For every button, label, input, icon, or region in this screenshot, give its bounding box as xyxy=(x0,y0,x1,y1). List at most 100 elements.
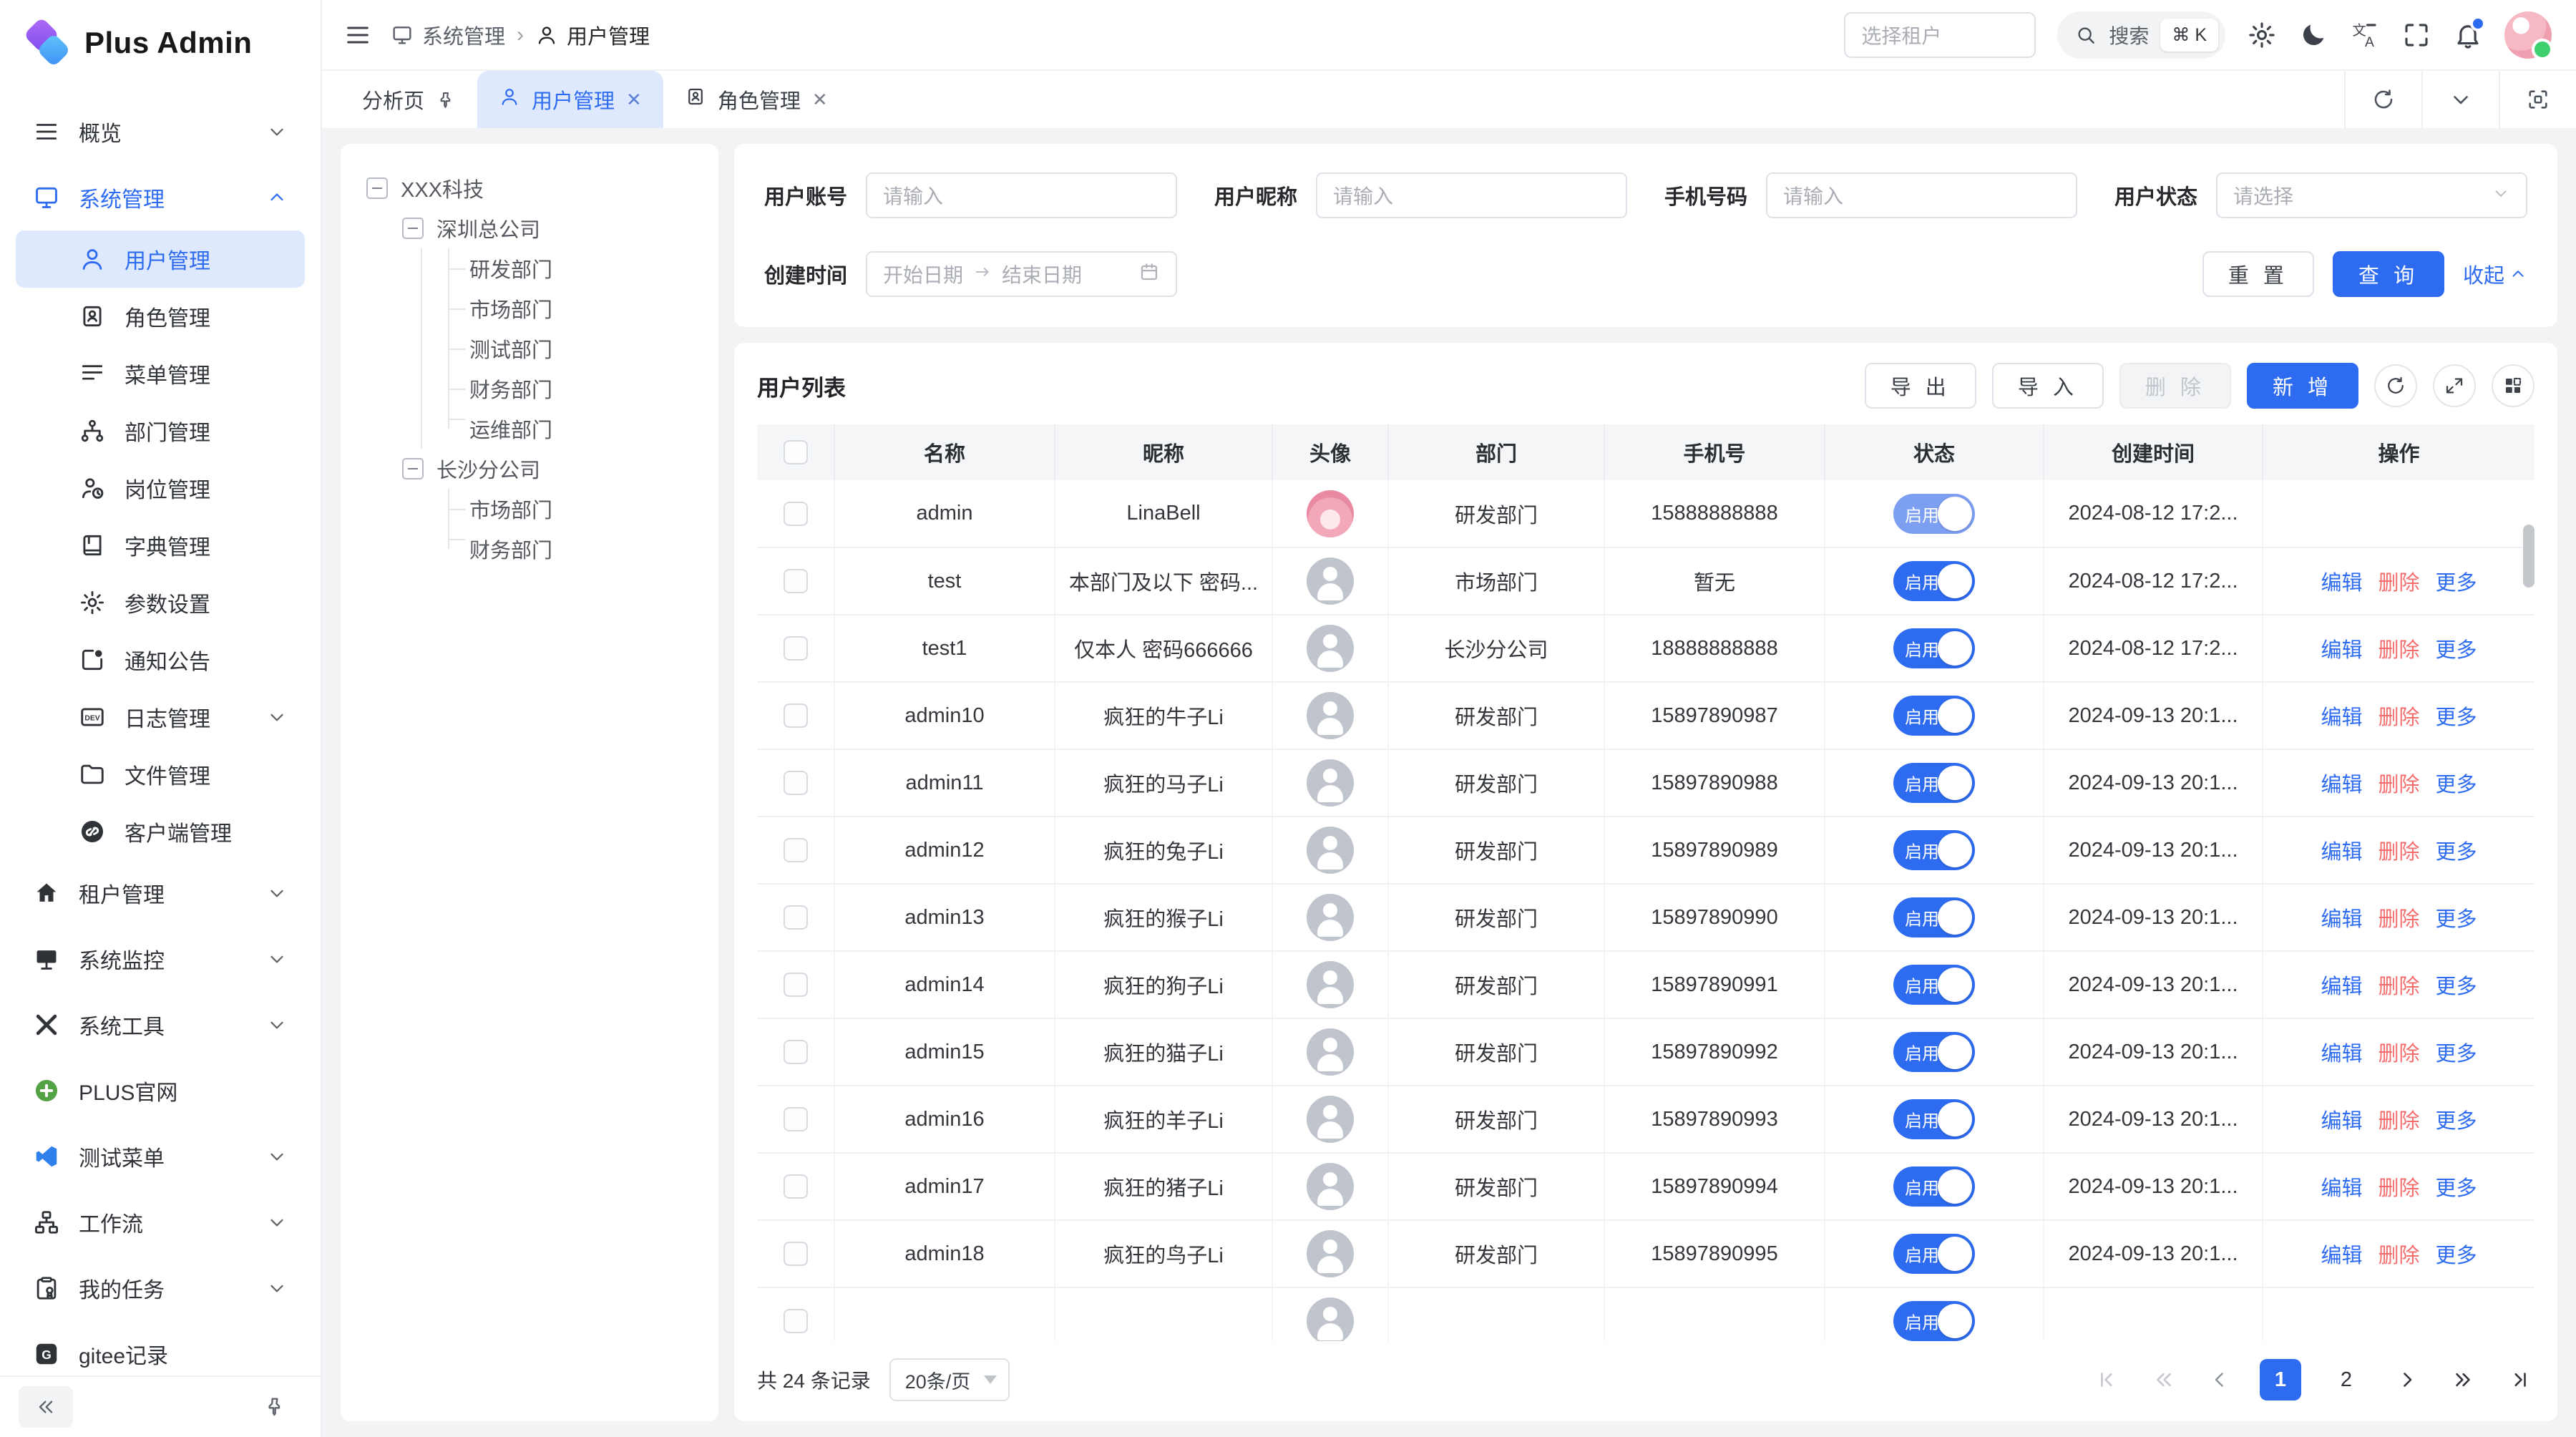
reset-button[interactable]: 重 置 xyxy=(2202,251,2314,297)
select-all-checkbox[interactable] xyxy=(784,440,808,464)
delete-link[interactable]: 删除 xyxy=(2378,1177,2419,1200)
close-icon[interactable]: ✕ xyxy=(626,89,642,111)
more-link[interactable]: 更多 xyxy=(2436,908,2477,931)
sidebar-item-14[interactable]: 系统监控 xyxy=(16,926,305,992)
more-link[interactable]: 更多 xyxy=(2436,572,2477,595)
sidebar-item-16[interactable]: PLUS官网 xyxy=(16,1058,305,1124)
more-link[interactable]: 更多 xyxy=(2436,1110,2477,1133)
sidebar-item-13[interactable]: 租户管理 xyxy=(16,860,305,926)
delete-link[interactable]: 删除 xyxy=(2378,1043,2419,1066)
sidebar-item-20[interactable]: Ggitee记录 xyxy=(16,1321,305,1375)
row-checkbox[interactable] xyxy=(784,636,808,661)
edit-link[interactable]: 编辑 xyxy=(2321,908,2362,931)
sidebar-item-9[interactable]: 通知公告 xyxy=(16,631,305,688)
edit-link[interactable]: 编辑 xyxy=(2321,774,2362,797)
sidebar-item-5[interactable]: 部门管理 xyxy=(16,402,305,459)
status-toggle[interactable]: 启用 xyxy=(1893,897,1975,937)
table-refresh-button[interactable] xyxy=(2374,364,2417,407)
settings-icon[interactable] xyxy=(2247,20,2277,50)
more-link[interactable]: 更多 xyxy=(2436,774,2477,797)
import-button[interactable]: 导 入 xyxy=(1992,363,2104,409)
language-icon[interactable]: 文A xyxy=(2350,20,2380,50)
more-link[interactable]: 更多 xyxy=(2436,639,2477,662)
tree-collapse-icon[interactable] xyxy=(366,177,388,199)
dark-mode-icon[interactable] xyxy=(2298,20,2328,50)
tab-menu-button[interactable] xyxy=(2421,71,2499,128)
row-checkbox[interactable] xyxy=(784,905,808,930)
row-checkbox[interactable] xyxy=(784,1242,808,1266)
add-button[interactable]: 新 增 xyxy=(2247,363,2358,409)
sidebar-item-18[interactable]: 工作流 xyxy=(16,1189,305,1255)
last-page-button[interactable] xyxy=(2503,1364,2534,1395)
sidebar-item-8[interactable]: 参数设置 xyxy=(16,574,305,631)
tree-node-测试部门[interactable]: 测试部门 xyxy=(361,328,698,369)
delete-link[interactable]: 删除 xyxy=(2378,975,2419,998)
query-button[interactable]: 查 询 xyxy=(2333,251,2444,297)
more-link[interactable]: 更多 xyxy=(2436,975,2477,998)
tree-node-市场部门[interactable]: 市场部门 xyxy=(361,489,698,529)
status-toggle[interactable]: 启用 xyxy=(1893,1234,1975,1274)
tree-node-财务部门[interactable]: 财务部门 xyxy=(361,529,698,569)
more-link[interactable]: 更多 xyxy=(2436,706,2477,729)
delete-link[interactable]: 删除 xyxy=(2378,774,2419,797)
status-select[interactable]: 请选择 xyxy=(2216,172,2527,218)
close-icon[interactable]: ✕ xyxy=(812,89,828,111)
breadcrumb-item-system[interactable]: 系统管理 xyxy=(391,20,505,50)
delete-link[interactable]: 删除 xyxy=(2378,639,2419,662)
sidebar-collapse-button[interactable] xyxy=(19,1386,73,1428)
delete-link[interactable]: 删除 xyxy=(2378,1110,2419,1133)
sidebar-item-3[interactable]: 角色管理 xyxy=(16,288,305,345)
edit-link[interactable]: 编辑 xyxy=(2321,1043,2362,1066)
status-toggle[interactable]: 启用 xyxy=(1893,561,1975,601)
edit-link[interactable]: 编辑 xyxy=(2321,1177,2362,1200)
back-pages-button[interactable] xyxy=(2148,1364,2180,1395)
row-checkbox[interactable] xyxy=(784,1107,808,1131)
sidebar-item-19[interactable]: 我的任务 xyxy=(16,1255,305,1321)
column-settings-button[interactable] xyxy=(2492,364,2534,407)
sidebar-item-0[interactable]: 概览 xyxy=(16,99,305,165)
tree-node-研发部门[interactable]: 研发部门 xyxy=(361,248,698,288)
fullscreen-icon[interactable] xyxy=(2401,20,2431,50)
sidebar-item-7[interactable]: 字典管理 xyxy=(16,517,305,574)
status-toggle[interactable]: 启用 xyxy=(1893,494,1975,534)
sidebar-item-15[interactable]: 系统工具 xyxy=(16,992,305,1058)
sidebar-item-11[interactable]: 文件管理 xyxy=(16,746,305,803)
row-checkbox[interactable] xyxy=(784,502,808,526)
nickname-input[interactable]: 请输入 xyxy=(1316,172,1627,218)
sidebar-item-10[interactable]: DEV日志管理 xyxy=(16,688,305,746)
tree-collapse-icon[interactable] xyxy=(402,218,424,239)
status-toggle[interactable]: 启用 xyxy=(1893,1166,1975,1207)
status-toggle[interactable]: 启用 xyxy=(1893,1301,1975,1341)
first-page-button[interactable] xyxy=(2092,1364,2124,1395)
table-vertical-scrollbar[interactable] xyxy=(2523,525,2534,588)
row-checkbox[interactable] xyxy=(784,973,808,997)
delete-link[interactable]: 删除 xyxy=(2378,706,2419,729)
edit-link[interactable]: 编辑 xyxy=(2321,841,2362,864)
collapse-filters-link[interactable]: 收起 xyxy=(2463,259,2527,289)
next-page-button[interactable] xyxy=(2391,1364,2423,1395)
forward-pages-button[interactable] xyxy=(2447,1364,2479,1395)
sidebar-item-4[interactable]: 菜单管理 xyxy=(16,345,305,402)
edit-link[interactable]: 编辑 xyxy=(2321,639,2362,662)
tree-node-财务部门[interactable]: 财务部门 xyxy=(361,369,698,409)
page-button-1[interactable]: 1 xyxy=(2260,1359,2301,1401)
breadcrumb-item-user[interactable]: 用户管理 xyxy=(535,20,650,50)
tab-refresh-button[interactable] xyxy=(2344,71,2421,128)
status-toggle[interactable]: 启用 xyxy=(1893,965,1975,1005)
prev-page-button[interactable] xyxy=(2204,1364,2235,1395)
phone-input[interactable]: 请输入 xyxy=(1766,172,2077,218)
pin-icon[interactable] xyxy=(436,89,456,109)
tree-node-长沙分公司[interactable]: 长沙分公司 xyxy=(361,449,698,489)
tree-collapse-icon[interactable] xyxy=(402,458,424,479)
status-toggle[interactable]: 启用 xyxy=(1893,1099,1975,1139)
global-search[interactable]: 搜索 ⌘ K xyxy=(2057,11,2225,59)
account-input[interactable]: 请输入 xyxy=(866,172,1177,218)
tab-1[interactable]: 用户管理✕ xyxy=(477,71,663,128)
page-size-select[interactable]: 20条/页 xyxy=(889,1358,1010,1401)
edit-link[interactable]: 编辑 xyxy=(2321,1244,2362,1267)
tab-0[interactable]: 分析页 xyxy=(341,71,477,128)
edit-link[interactable]: 编辑 xyxy=(2321,975,2362,998)
more-link[interactable]: 更多 xyxy=(2436,1177,2477,1200)
row-checkbox[interactable] xyxy=(784,569,808,593)
tree-node-运维部门[interactable]: 运维部门 xyxy=(361,409,698,449)
